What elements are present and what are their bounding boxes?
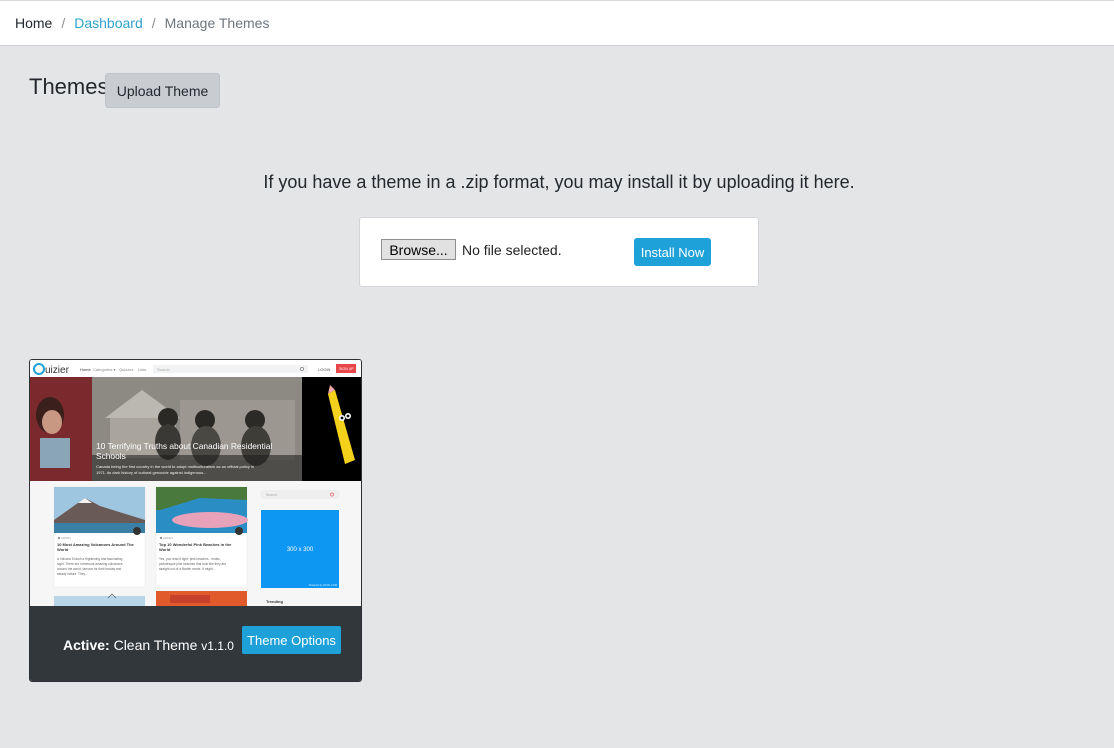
svg-text:Canada being the first country: Canada being the first country in the wo… xyxy=(96,464,254,469)
svg-text:World: World xyxy=(159,547,171,552)
svg-text:10 Terrifying Truths about Can: 10 Terrifying Truths about Canadian Resi… xyxy=(96,441,272,451)
install-now-button[interactable]: Install Now xyxy=(634,238,711,266)
svg-text:Trending: Trending xyxy=(266,599,283,604)
theme-name: Clean Theme xyxy=(113,637,198,653)
theme-options-button[interactable]: Theme Options xyxy=(242,626,341,654)
theme-card-footer: Active: Clean Theme v1.1.0 Theme Options xyxy=(30,606,361,681)
file-status: No file selected. xyxy=(462,242,562,258)
svg-text:Search: Search xyxy=(266,493,277,497)
svg-text:straight out of a Barbie movie: straight out of a Barbie movie. It might… xyxy=(159,567,215,571)
svg-text:picturesque pink beaches that: picturesque pink beaches that look like … xyxy=(159,562,226,566)
svg-text:Lists: Lists xyxy=(138,367,146,372)
active-theme-label: Active: Clean Theme v1.1.0 xyxy=(63,637,234,653)
browse-button[interactable]: Browse... xyxy=(381,239,456,260)
svg-text:10 Most Amazing Volcanoes Arou: 10 Most Amazing Volcanoes Around The xyxy=(57,542,135,547)
svg-text:ADMIN: ADMIN xyxy=(61,536,71,540)
preview-logo: uizier xyxy=(45,365,70,376)
upload-help-text: If you have a theme in a .zip format, yo… xyxy=(263,172,855,192)
svg-text:steady nature. They...: steady nature. They... xyxy=(57,572,88,576)
breadcrumb-separator: / xyxy=(151,15,156,31)
svg-text:Powered by HTML.COM: Powered by HTML.COM xyxy=(309,583,337,587)
svg-text:Search: Search xyxy=(157,367,170,372)
svg-text:sight. There are numerous amaz: sight. There are numerous amazing volcan… xyxy=(57,562,123,566)
svg-text:LOGIN: LOGIN xyxy=(318,367,331,372)
svg-text:Yes, you read it right: pink b: Yes, you read it right: pink beaches - e… xyxy=(159,557,221,561)
breadcrumb-dashboard-link[interactable]: Dashboard xyxy=(74,15,143,31)
breadcrumb: Home / Dashboard / Manage Themes xyxy=(0,0,1114,46)
svg-text:1971, its dark history of cult: 1971, its dark history of cultural genoc… xyxy=(96,470,207,475)
breadcrumb-separator: / xyxy=(61,15,66,31)
svg-text:World: World xyxy=(57,547,69,552)
page-title: Themes xyxy=(29,74,109,99)
svg-text:Quizzes: Quizzes xyxy=(119,367,133,372)
theme-version: v1.1.0 xyxy=(201,639,234,653)
active-label: Active: xyxy=(63,637,110,653)
breadcrumb-home[interactable]: Home xyxy=(15,15,52,31)
upload-form: Browse... No file selected. Install Now xyxy=(359,217,759,287)
svg-text:A Volcano Eclosh a frightening: A Volcano Eclosh a frightening and fasci… xyxy=(57,557,123,561)
svg-text:Home: Home xyxy=(80,367,91,372)
svg-text:Schools: Schools xyxy=(96,451,126,461)
svg-text:ADMIN: ADMIN xyxy=(163,536,173,540)
breadcrumb-current: Manage Themes xyxy=(164,15,270,31)
svg-text:Categories ▾: Categories ▾ xyxy=(93,367,115,372)
svg-text:300 x 300: 300 x 300 xyxy=(287,547,314,553)
theme-card[interactable]: uizier Home Categories ▾ Quizzes Lists S… xyxy=(29,359,362,682)
svg-text:SIGN UP: SIGN UP xyxy=(339,367,354,371)
upload-theme-button[interactable]: Upload Theme xyxy=(105,73,220,108)
theme-screenshot: uizier Home Categories ▾ Quizzes Lists S… xyxy=(30,360,361,606)
svg-text:around the world, famous for t: around the world, famous for their beaut… xyxy=(57,567,122,571)
